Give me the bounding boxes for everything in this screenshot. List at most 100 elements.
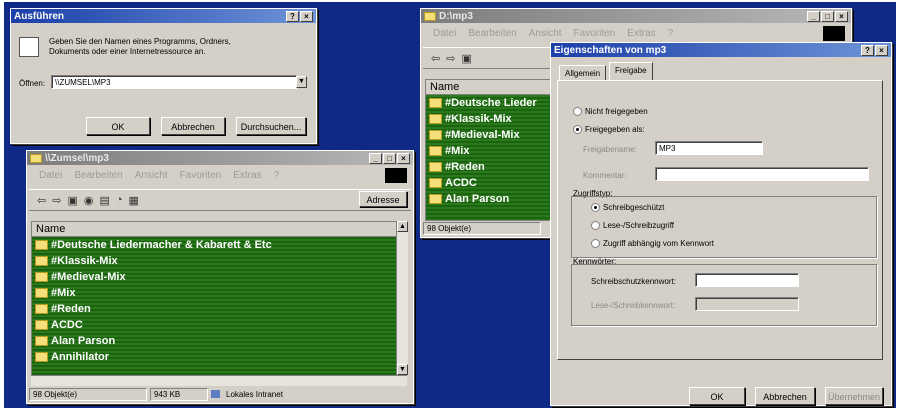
properties-title: Eigenschaften von mp3 <box>554 44 667 56</box>
list-item[interactable]: ACDC <box>32 317 396 333</box>
tab-freigabe[interactable]: Freigabe <box>609 62 653 81</box>
vertical-scrollbar[interactable]: ▲ ▼ <box>396 221 408 375</box>
menu-extras[interactable]: Extras <box>627 28 655 39</box>
list-item[interactable]: #Mix <box>32 285 396 301</box>
pw-readonly-label: Schreibschutzkennwort: <box>591 277 676 286</box>
properties-titlebar[interactable]: Eigenschaften von mp3 ? × <box>551 43 891 57</box>
run-ok-button[interactable]: OK <box>86 117 150 135</box>
search-icon[interactable]: ◉ <box>84 194 94 207</box>
properties-cancel-button[interactable]: Abbrechen <box>755 387 815 405</box>
explorer-left-titlebar[interactable]: \\Zumsel\mp3 _ □ × <box>27 151 413 165</box>
list-item[interactable]: #Medieval-Mix <box>426 127 554 143</box>
intranet-icon <box>211 390 220 398</box>
folder-icon <box>429 114 442 124</box>
menu-extras[interactable]: Extras <box>233 170 261 181</box>
help-icon[interactable]: ? <box>286 10 299 22</box>
menu-ansicht[interactable]: Ansicht <box>529 28 562 39</box>
views-icon[interactable]: ▦ <box>129 194 139 207</box>
explorer-right-titlebar[interactable]: D:\mp3 _ □ × <box>421 9 851 23</box>
horizontal-scrollbar[interactable] <box>31 375 407 386</box>
forward-icon[interactable]: ⇨ <box>446 52 455 65</box>
radio-readonly[interactable]: Schreibgeschützt <box>591 203 664 213</box>
address-button[interactable]: Adresse <box>359 191 407 207</box>
explorer-right-filelist: Name #Deutsche Lieder #Klassik-Mix #Medi… <box>425 79 555 221</box>
close-icon[interactable]: × <box>835 10 848 22</box>
menu-favoriten[interactable]: Favoriten <box>180 170 222 181</box>
radio-icon <box>591 221 600 231</box>
forward-icon[interactable]: ⇨ <box>52 194 61 207</box>
column-header-name[interactable]: Name <box>426 80 554 95</box>
file-rows: #Deutsche Liedermacher & Kabarett & Etc … <box>32 237 396 376</box>
close-icon[interactable]: × <box>397 152 410 164</box>
explorer-right-menubar: Datei Bearbeiten Ansicht Favoriten Extra… <box>423 26 849 40</box>
tab-allgemein[interactable]: Allgemein <box>559 65 607 81</box>
run-cancel-button[interactable]: Abbrechen <box>161 117 225 135</box>
back-icon[interactable]: ⇦ <box>431 52 440 65</box>
maximize-icon[interactable]: □ <box>383 152 396 164</box>
scroll-down-icon[interactable]: ▼ <box>397 364 408 375</box>
list-item[interactable]: #Deutsche Lieder <box>426 95 554 111</box>
up-icon[interactable]: ▣ <box>67 194 77 207</box>
minimize-icon[interactable]: _ <box>369 152 382 164</box>
back-icon[interactable]: ⇦ <box>37 194 46 207</box>
menu-help[interactable]: ? <box>274 170 280 181</box>
radio-not-shared[interactable]: Nicht freigegeben <box>573 107 648 117</box>
maximize-icon[interactable]: □ <box>821 10 834 22</box>
properties-apply-button: Übernehmen <box>825 387 883 405</box>
list-item[interactable]: #Deutsche Liedermacher & Kabarett & Etc <box>32 237 396 253</box>
list-item[interactable]: Alan Parson <box>426 191 554 207</box>
share-name-label: Freigabename: <box>583 145 637 154</box>
pw-readonly-input[interactable] <box>695 273 799 287</box>
status-size: 943 KB <box>150 387 208 401</box>
comment-input[interactable] <box>655 167 869 181</box>
radio-depends-on-password[interactable]: Zugriff abhängig vom Kennwort <box>591 239 714 249</box>
run-dialog: Ausführen ? × Geben Sie den Namen eines P… <box>10 8 317 144</box>
radio-checked-icon <box>573 125 582 135</box>
folder-icon <box>35 352 48 362</box>
run-dialog-titlebar[interactable]: Ausführen ? × <box>11 9 316 23</box>
menu-favoriten[interactable]: Favoriten <box>574 28 616 39</box>
minimize-icon[interactable]: _ <box>807 10 820 22</box>
folder-icon <box>35 272 48 282</box>
menu-ansicht[interactable]: Ansicht <box>135 170 168 181</box>
folder-icon <box>35 288 48 298</box>
properties-ok-button[interactable]: OK <box>689 387 745 405</box>
scroll-up-icon[interactable]: ▲ <box>397 221 408 232</box>
folder-icon <box>35 256 48 266</box>
folder-icon <box>424 11 436 21</box>
list-item[interactable]: Alan Parson <box>32 333 396 349</box>
radio-icon <box>591 239 600 249</box>
close-icon[interactable]: × <box>300 10 313 22</box>
list-item[interactable]: #Klassik-Mix <box>32 253 396 269</box>
list-item[interactable]: #Reden <box>32 301 396 317</box>
open-input[interactable]: \\ZUMSEL\MP3 <box>51 75 297 89</box>
list-item[interactable]: #Klassik-Mix <box>426 111 554 127</box>
list-item[interactable]: Annihilator <box>32 349 396 365</box>
close-icon[interactable]: × <box>875 44 888 56</box>
radio-checked-icon <box>591 203 600 213</box>
folder-icon <box>35 240 48 250</box>
radio-full-access[interactable]: Lese-/Schreibzugriff <box>591 221 674 231</box>
radio-shared-as[interactable]: Freigegeben als: <box>573 125 645 135</box>
menu-datei[interactable]: Datei <box>433 28 456 39</box>
menu-datei[interactable]: Datei <box>39 170 62 181</box>
folder-icon <box>429 194 442 204</box>
folder-icon <box>30 153 42 163</box>
share-name-input[interactable]: MP3 <box>655 141 763 155</box>
up-icon[interactable]: ▣ <box>461 52 471 65</box>
list-item[interactable]: ACDC <box>426 175 554 191</box>
list-item[interactable]: #Reden <box>426 159 554 175</box>
menu-bearbeiten[interactable]: Bearbeiten <box>468 28 516 39</box>
menu-bearbeiten[interactable]: Bearbeiten <box>74 170 122 181</box>
column-header-name[interactable]: Name <box>32 222 396 237</box>
help-icon[interactable]: ? <box>861 44 874 56</box>
run-browse-button[interactable]: Durchsuchen... <box>236 117 306 135</box>
run-description-line1: Geben Sie den Namen eines Programms, Ord… <box>49 37 231 46</box>
list-item[interactable]: #Medieval-Mix <box>32 269 396 285</box>
list-item[interactable]: #Mix <box>426 143 554 159</box>
folders-icon[interactable]: ▤ <box>99 194 109 207</box>
open-dropdown-icon[interactable]: ▼ <box>296 76 307 88</box>
status-object-count: 98 Objekt(e) <box>423 221 541 235</box>
history-icon[interactable]: ◔ <box>116 194 123 206</box>
menu-help[interactable]: ? <box>668 28 674 39</box>
